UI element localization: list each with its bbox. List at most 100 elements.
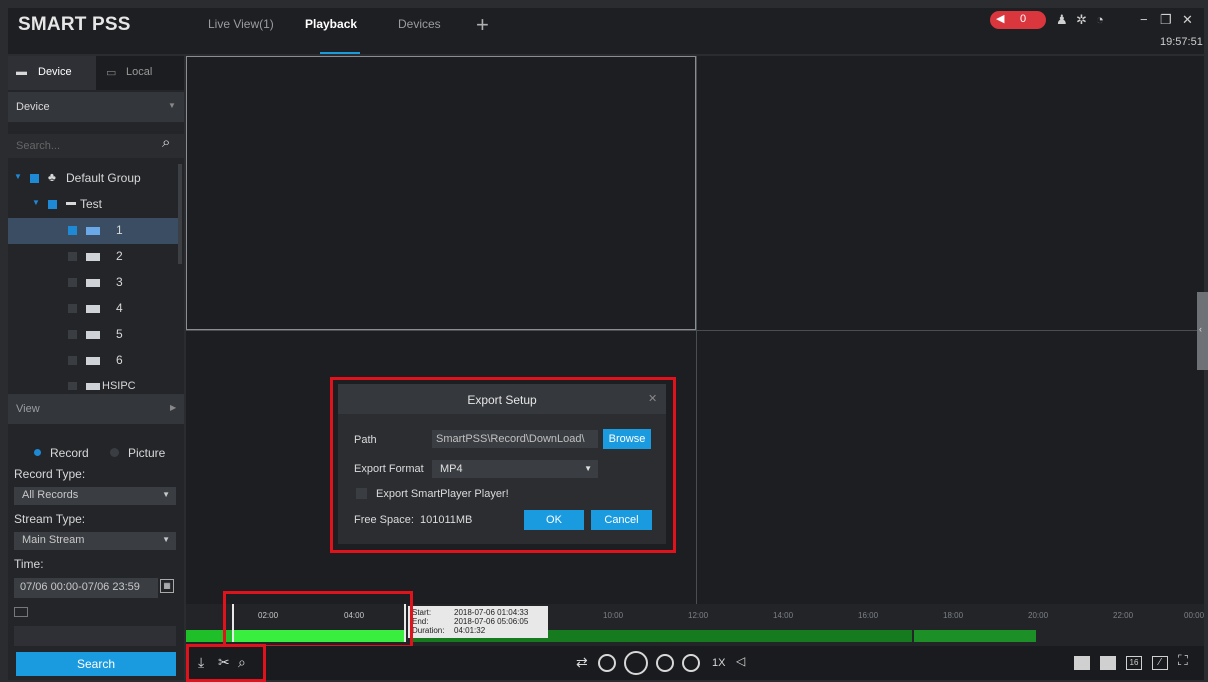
channel-checkbox[interactable] (68, 330, 77, 339)
tooltip-start: 2018-07-06 01:04:33 (454, 608, 529, 617)
chevron-down-icon: ▼ (168, 101, 176, 110)
tree-label: 2 (116, 249, 123, 263)
tab-playback[interactable]: Playback (305, 17, 357, 31)
camera-icon (86, 305, 100, 313)
tooltip-end-label: End: (412, 617, 429, 626)
search-button[interactable]: Search (16, 652, 176, 676)
clip-scissors-icon[interactable]: ✂ (218, 654, 230, 671)
fullscreen-icon[interactable]: ⛶ (1178, 652, 1188, 669)
channel-checkbox[interactable] (68, 278, 77, 287)
browse-button[interactable]: Browse (603, 429, 651, 449)
layout-9-icon[interactable] (1100, 656, 1116, 670)
dialog-close-icon[interactable]: ✕ (648, 392, 657, 405)
tree-row-channel-6[interactable]: 6 (8, 348, 178, 374)
tree-scrollbar[interactable] (178, 164, 182, 264)
close-icon[interactable]: ✕ (1182, 12, 1193, 28)
layout-16-icon[interactable]: 16 (1126, 656, 1142, 670)
volume-icon[interactable]: ◁ (736, 654, 745, 668)
record-type-select[interactable]: All Records ▼ (14, 487, 176, 505)
tick-label: 16:00 (858, 611, 879, 620)
tree-label: HSIPC (102, 380, 136, 390)
expand-icon[interactable]: ▼ (32, 198, 40, 207)
camera-icon (86, 357, 100, 365)
stream-type-select[interactable]: Main Stream ▼ (14, 532, 176, 550)
forward-icon (682, 654, 700, 672)
path-input[interactable]: SmartPSS\Record\DownLoad\ (432, 430, 598, 448)
timeline-highlight-box (223, 591, 413, 648)
record-segment[interactable] (914, 630, 1036, 642)
pause-icon (624, 651, 648, 675)
device-icon: ▬ (66, 197, 76, 208)
tick-label: 22:00 (1113, 611, 1134, 620)
radio-record[interactable] (34, 449, 41, 456)
tooltip-duration: 04:01:32 (454, 626, 486, 635)
tree-row-test[interactable]: ▼ ▬ Test (8, 192, 178, 218)
stream-type-value: Main Stream (22, 534, 85, 546)
dialog-title: Export Setup (467, 393, 537, 407)
channel-checkbox[interactable] (68, 382, 77, 390)
tree-row-channel-3[interactable]: 3 (8, 270, 178, 296)
active-tab-indicator (320, 52, 360, 54)
user-icon[interactable]: ♟ (1056, 12, 1068, 28)
tree-row-channel-5[interactable]: 5 (8, 322, 178, 348)
pause-button[interactable] (624, 651, 648, 678)
tab-devices[interactable]: Devices (398, 17, 441, 31)
group-checkbox[interactable] (30, 174, 39, 183)
export-format-select[interactable]: MP4 ▼ (432, 460, 598, 478)
tree-row-channel-1[interactable]: 1 (8, 218, 178, 244)
export-player-checkbox[interactable] (356, 488, 367, 499)
stream-type-label: Stream Type: (14, 512, 86, 526)
timeline-tooltip: Start: 2018-07-06 01:04:33 End: 2018-07-… (408, 606, 548, 638)
tree-row-hsipc[interactable]: HSIPC (8, 374, 178, 390)
expand-icon[interactable]: ▼ (14, 172, 22, 181)
tick-label: 12:00 (688, 611, 709, 620)
tick-label: 18:00 (943, 611, 964, 620)
radio-picture[interactable] (110, 448, 119, 457)
note-icon (14, 607, 28, 617)
calendar-icon[interactable]: ▦ (160, 579, 174, 593)
time-range-value: 07/06 00:00-07/06 23:59 (20, 581, 140, 593)
rewind-button[interactable] (598, 654, 616, 675)
time-range-input[interactable]: 07/06 00:00-07/06 23:59 (14, 578, 158, 598)
restore-icon[interactable]: ❐ (1160, 12, 1172, 28)
custom-layout-icon[interactable]: ⁄ (1152, 656, 1168, 670)
channel-checkbox[interactable] (68, 356, 77, 365)
settings-gear-icon[interactable]: ✲ (1076, 12, 1087, 28)
speed-indicator[interactable]: 1X (712, 657, 725, 669)
sync-icon[interactable]: ⇄ (576, 654, 588, 671)
minimize-icon[interactable]: − (1140, 12, 1148, 27)
export-format-label: Export Format (354, 463, 424, 475)
channel-checkbox[interactable] (68, 226, 77, 235)
chevron-down-icon: ▼ (162, 490, 170, 499)
performance-gauge-icon[interactable]: ◔ (1096, 12, 1104, 27)
video-pane-selected[interactable] (186, 56, 696, 330)
cancel-button[interactable]: Cancel (591, 510, 652, 530)
tooltip-start-label: Start: (412, 608, 432, 617)
forward-button[interactable] (682, 654, 700, 675)
rewind-icon (598, 654, 616, 672)
chevron-left-icon: ‹ (1199, 324, 1202, 334)
smart-search-icon[interactable]: ⌕ (238, 654, 246, 671)
tree-label: 6 (116, 353, 123, 367)
device-tab-icon: ▬ (16, 66, 27, 78)
blank-field[interactable] (14, 626, 176, 646)
search-icon[interactable]: ⌕ (162, 134, 170, 151)
camera-icon (86, 331, 100, 339)
device-search-placeholder: Search... (16, 140, 61, 152)
channel-checkbox[interactable] (68, 304, 77, 313)
ok-button[interactable]: OK (524, 510, 584, 530)
tab-live-view[interactable]: Live View(1) (208, 17, 274, 31)
radio-picture-label: Picture (128, 446, 166, 460)
layout-4-icon[interactable] (1074, 656, 1090, 670)
tree-row-channel-4[interactable]: 4 (8, 296, 178, 322)
tooltip-duration-label: Duration: (412, 626, 445, 635)
add-tab-icon[interactable]: + (476, 12, 489, 38)
tree-label: 3 (116, 275, 123, 289)
tree-row-channel-2[interactable]: 2 (8, 244, 178, 270)
tree-row-default-group[interactable]: ▼ ♣ Default Group (8, 166, 178, 192)
download-icon[interactable]: ⤓ (198, 654, 204, 671)
device-checkbox[interactable] (48, 200, 57, 209)
stop-button[interactable] (656, 654, 674, 675)
view-section-label: View (16, 403, 40, 415)
channel-checkbox[interactable] (68, 252, 77, 261)
